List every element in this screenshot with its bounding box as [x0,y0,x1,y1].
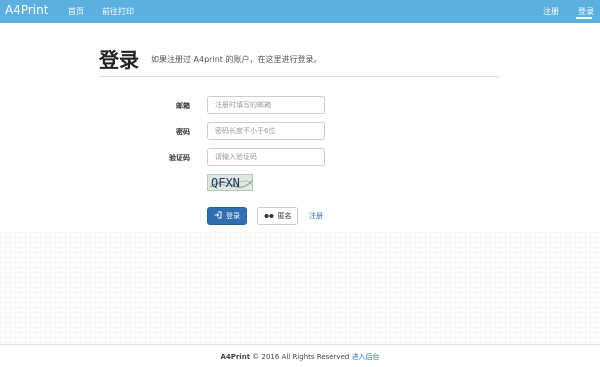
footer-copyright: © 2016 All Rights Reserved [250,353,352,361]
top-navbar: A4Print 首页 前往打印 注册 登录 [0,0,600,23]
page-title: 登录 [99,48,139,72]
email-label: 邮箱 [176,102,190,110]
captcha-image[interactable]: QFXN [207,174,253,191]
anonymous-button[interactable]: 匿名 [257,207,298,225]
nav-print-link[interactable]: 前往打印 [102,6,134,17]
password-field[interactable] [207,122,325,140]
admin-link[interactable]: 进入后台 [352,353,380,361]
footer: A4Print © 2016 All Rights Reserved 进入后台 [0,352,600,362]
nav-login-link[interactable]: 登录 [578,6,594,17]
nav-active-indicator [576,17,592,19]
password-label: 密码 [176,128,190,136]
captcha-label: 验证码 [169,154,190,162]
title-divider [99,76,500,77]
page-subtitle: 如果注册过 A4print 的账户，在这里进行登录。 [151,55,322,64]
register-link[interactable]: 注册 [309,211,323,221]
email-field[interactable] [207,96,325,114]
brand-logo[interactable]: A4Print [5,3,48,17]
login-button-label: 登录 [226,212,240,220]
footer-divider [0,344,600,345]
sign-in-icon [214,211,222,221]
glasses-icon [264,212,274,221]
anonymous-button-label: 匿名 [277,212,292,220]
nav-register-link[interactable]: 注册 [543,6,559,17]
login-button[interactable]: 登录 [207,207,247,225]
captcha-text: QFXN [211,176,240,190]
captcha-field[interactable] [207,148,325,166]
nav-home-link[interactable]: 首页 [68,6,84,17]
grid-background [0,232,600,344]
footer-brand: A4Print [220,353,251,361]
